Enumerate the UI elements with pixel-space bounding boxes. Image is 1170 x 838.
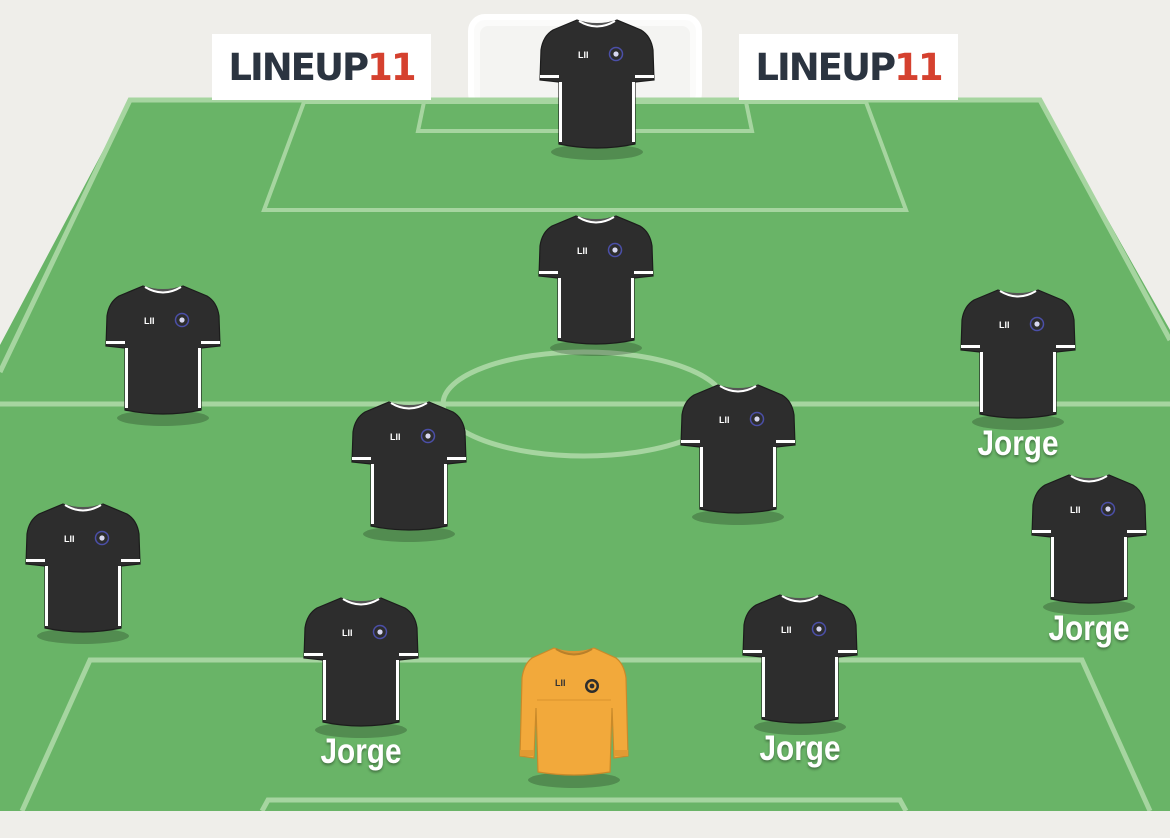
goalkeeper-shirt-icon: LII <box>504 638 644 788</box>
svg-text:LII: LII <box>144 316 155 326</box>
player-shirt-icon: LII <box>526 206 666 356</box>
brand-number: 11 <box>367 46 415 89</box>
player-name: Jorge <box>707 729 894 769</box>
svg-text:LII: LII <box>577 246 588 256</box>
player-token[interactable]: LII <box>526 206 666 406</box>
player-token[interactable]: LII <box>527 10 667 210</box>
player-token[interactable]: LIIJorge <box>730 585 870 785</box>
player-shirt-icon: LII <box>668 375 808 525</box>
svg-text:LII: LII <box>719 415 730 425</box>
player-name: Jorge <box>996 609 1170 649</box>
brand-board-left: LINEUP11 <box>212 34 431 100</box>
svg-text:LII: LII <box>342 628 353 638</box>
player-shirt-icon: LII <box>339 392 479 542</box>
player-shirt-icon: LII <box>527 10 667 160</box>
player-token[interactable]: LII <box>504 638 644 838</box>
player-token[interactable]: LII <box>339 392 479 592</box>
player-token[interactable]: LII <box>13 494 153 694</box>
brand-word: LINEUP <box>228 46 367 89</box>
svg-text:LII: LII <box>555 678 566 688</box>
brand-board-right: LINEUP11 <box>739 34 958 100</box>
player-token[interactable]: LIIJorge <box>291 588 431 788</box>
brand-number: 11 <box>894 46 942 89</box>
svg-text:LII: LII <box>1070 505 1081 515</box>
player-token[interactable]: LII <box>93 276 233 476</box>
player-token[interactable]: LII <box>668 375 808 575</box>
player-shirt-icon: LII <box>730 585 870 735</box>
svg-text:LII: LII <box>578 50 589 60</box>
svg-text:LII: LII <box>64 534 75 544</box>
player-shirt-icon: LII <box>291 588 431 738</box>
player-name: Jorge <box>268 732 455 772</box>
player-token[interactable]: LIIJorge <box>948 280 1088 480</box>
svg-text:LII: LII <box>781 625 792 635</box>
player-token[interactable]: LIIJorge <box>1019 465 1159 665</box>
player-name: Jorge <box>925 424 1112 464</box>
brand-word: LINEUP <box>755 46 894 89</box>
player-shirt-icon: LII <box>948 280 1088 430</box>
player-shirt-icon: LII <box>1019 465 1159 615</box>
player-shirt-icon: LII <box>93 276 233 426</box>
svg-text:LII: LII <box>390 432 401 442</box>
svg-text:LII: LII <box>999 320 1010 330</box>
player-shirt-icon: LII <box>13 494 153 644</box>
